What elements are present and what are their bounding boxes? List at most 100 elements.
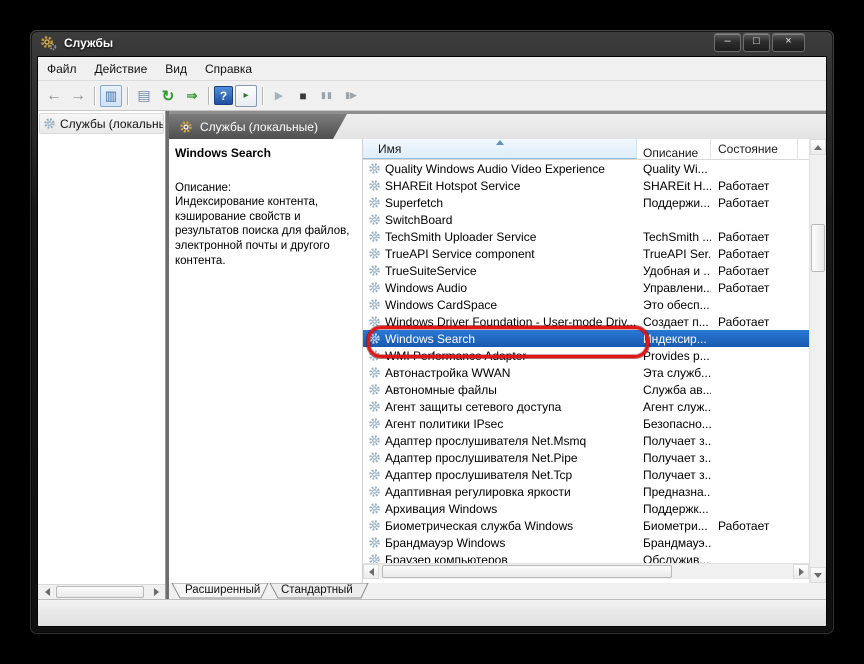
services-window: Службы – □ × Файл Действие Вид Справка ←…: [30, 30, 834, 634]
service-row[interactable]: Quality Windows Audio Video Experience Q…: [363, 160, 809, 177]
list-horizontal-scrollbar[interactable]: [363, 563, 809, 579]
service-name: Quality Windows Audio Video Experience: [385, 162, 605, 176]
service-gear-icon: [368, 162, 381, 175]
service-status: Работает: [711, 315, 798, 329]
scroll-left-icon[interactable]: [363, 564, 379, 579]
console-tree-icon[interactable]: ▥: [100, 85, 122, 107]
menu-help[interactable]: Справка: [196, 59, 261, 79]
service-gear-icon: [368, 281, 381, 294]
service-description: Получает з...: [637, 434, 711, 448]
tree-root-services[interactable]: Службы (локальны: [39, 113, 164, 134]
tab-standard[interactable]: Стандартный: [281, 584, 353, 596]
tab-extended[interactable]: Расширенный: [185, 584, 260, 596]
scrollbar-thumb[interactable]: [56, 586, 144, 598]
minimize-button[interactable]: –: [714, 33, 741, 52]
scroll-right-icon[interactable]: [793, 564, 809, 579]
service-gear-icon: [368, 451, 381, 464]
column-header-name[interactable]: Имя: [363, 139, 637, 159]
services-gear-icon: [179, 120, 193, 134]
service-name: Адаптер прослушивателя Net.Tcp: [385, 468, 572, 482]
service-gear-icon: [368, 366, 381, 379]
menu-view[interactable]: Вид: [156, 59, 196, 79]
scroll-left-icon[interactable]: [40, 586, 54, 598]
column-header-description[interactable]: Описание: [637, 139, 711, 159]
description-label: Описание:: [175, 182, 354, 194]
service-row[interactable]: TechSmith Uploader Service TechSmith ...…: [363, 228, 809, 245]
scrollbar-thumb[interactable]: [382, 565, 672, 578]
service-row[interactable]: Windows Search Индексир...: [363, 330, 809, 347]
service-row[interactable]: Агент защиты сетевого доступа Агент служ…: [363, 398, 809, 415]
service-row[interactable]: Автонастройка WWAN Эта служб...: [363, 364, 809, 381]
scroll-up-icon[interactable]: [810, 139, 826, 155]
service-row[interactable]: Windows CardSpace Это обесп...: [363, 296, 809, 313]
service-gear-icon: [368, 502, 381, 515]
service-name: Брандмауэр Windows: [385, 536, 505, 550]
service-description: Это обесп...: [637, 298, 711, 312]
toolbar-separator: [127, 87, 128, 105]
services-list-pane: Имя Описание Состояние Quality Windows A…: [363, 139, 826, 583]
service-row[interactable]: Адаптер прослушивателя Net.Msmq Получает…: [363, 432, 809, 449]
stop-service-icon[interactable]: ■: [292, 85, 314, 107]
maximize-button[interactable]: □: [743, 33, 770, 52]
service-row[interactable]: Агент политики IPsec Безопасно...: [363, 415, 809, 432]
service-row[interactable]: SHAREit Hotspot Service SHAREit H... Раб…: [363, 177, 809, 194]
back-icon[interactable]: ←: [43, 85, 65, 107]
service-gear-icon: [368, 298, 381, 311]
panel-header-label: Службы (локальные): [200, 120, 318, 134]
service-row[interactable]: TrueAPI Service component TrueAPI Ser...…: [363, 245, 809, 262]
service-description: Получает з...: [637, 468, 711, 482]
service-description: Управлени...: [637, 281, 711, 295]
scroll-right-icon[interactable]: [149, 586, 163, 598]
tree-horizontal-scrollbar[interactable]: [38, 584, 165, 599]
service-row[interactable]: Адаптивная регулировка яркости Предназна…: [363, 483, 809, 500]
main-panel: Службы (локальные) Windows Search Описан…: [169, 111, 826, 599]
service-row[interactable]: WMI Performance Adapter Provides p...: [363, 347, 809, 364]
title-bar[interactable]: Службы – □ ×: [30, 30, 834, 56]
scrollbar-thumb[interactable]: [811, 224, 825, 272]
service-description: SHAREit H...: [637, 179, 711, 193]
service-row[interactable]: Superfetch Поддержи... Работает: [363, 194, 809, 211]
service-description: Поддержи...: [637, 196, 711, 210]
service-description: Служба ав...: [637, 383, 711, 397]
service-status: Работает: [711, 230, 798, 244]
service-name: Windows CardSpace: [385, 298, 497, 312]
service-status: Работает: [711, 281, 798, 295]
forward-icon[interactable]: →: [67, 85, 89, 107]
close-button[interactable]: ×: [772, 33, 805, 52]
service-row[interactable]: Биометрическая служба Windows Биометри..…: [363, 517, 809, 534]
restart-service-icon[interactable]: ▮▶: [340, 85, 362, 107]
service-row[interactable]: Архивация Windows Поддержк...: [363, 500, 809, 517]
extended-view-icon[interactable]: ▸: [235, 85, 257, 107]
services-rows: Quality Windows Audio Video Experience Q…: [363, 160, 809, 566]
service-row[interactable]: TrueSuiteService Удобная и ... Работает: [363, 262, 809, 279]
service-status: Работает: [711, 519, 798, 533]
column-header-status[interactable]: Состояние: [711, 139, 798, 159]
export-list-icon[interactable]: ⇒: [181, 85, 203, 107]
service-name: TrueAPI Service component: [385, 247, 535, 261]
properties-icon[interactable]: ▤: [133, 85, 155, 107]
service-row[interactable]: Адаптер прослушивателя Net.Pipe Получает…: [363, 449, 809, 466]
scroll-down-icon[interactable]: [810, 567, 826, 583]
menu-bar: Файл Действие Вид Справка: [38, 57, 826, 81]
menu-file[interactable]: Файл: [38, 59, 86, 79]
service-gear-icon: [368, 485, 381, 498]
service-row[interactable]: SwitchBoard: [363, 211, 809, 228]
toolbar-separator: [262, 87, 263, 105]
start-service-icon[interactable]: ▶: [268, 85, 290, 107]
pause-service-icon[interactable]: ▮▮: [316, 85, 338, 107]
service-row[interactable]: Брандмауэр Windows Брандмауэ...: [363, 534, 809, 551]
refresh-icon[interactable]: ↻: [157, 85, 179, 107]
menu-action[interactable]: Действие: [86, 59, 157, 79]
service-row[interactable]: Windows Audio Управлени... Работает: [363, 279, 809, 296]
service-name: Архивация Windows: [385, 502, 497, 516]
status-bar: [38, 599, 826, 626]
help-icon[interactable]: ?: [214, 86, 233, 105]
toolbar-separator: [208, 87, 209, 105]
service-row[interactable]: Автономные файлы Служба ав...: [363, 381, 809, 398]
description-text: Индексирование контента, кэширование сво…: [175, 195, 354, 269]
service-description: Эта служб...: [637, 366, 711, 380]
service-name: Автонастройка WWAN: [385, 366, 510, 380]
list-vertical-scrollbar[interactable]: [809, 139, 826, 583]
service-row[interactable]: Windows Driver Foundation - User-mode Dr…: [363, 313, 809, 330]
service-row[interactable]: Адаптер прослушивателя Net.Tcp Получает …: [363, 466, 809, 483]
